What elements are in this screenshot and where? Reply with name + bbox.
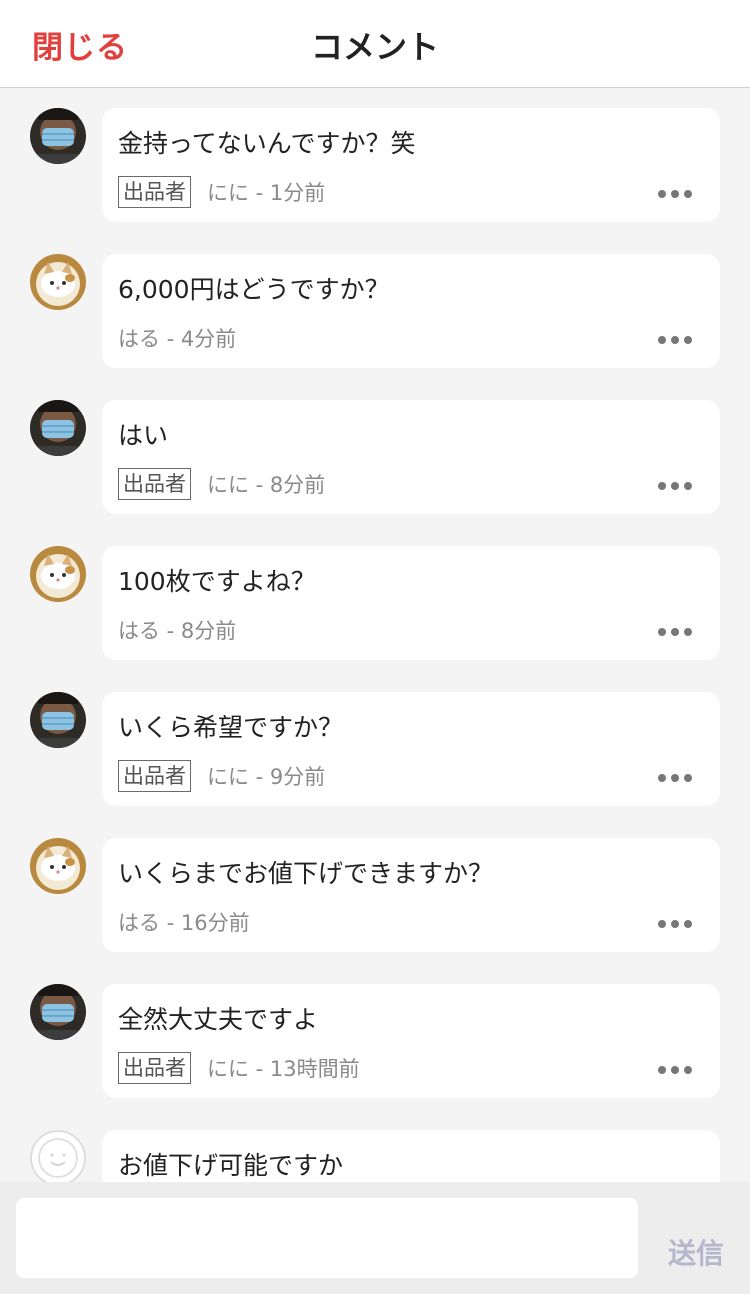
comment-meta: はる - 4分前 <box>118 320 236 356</box>
comment-bubble: 6,000円はどうですか？ はる - 4分前 <box>102 254 720 368</box>
comment-bubble: お値下げ可能ですか <box>102 1130 720 1182</box>
comment-text: お値下げ可能ですか <box>118 1151 344 1180</box>
more-options-icon[interactable] <box>658 480 692 490</box>
comment-bubble: いくらまでお値下げできますか？ はる - 16分前 <box>102 838 720 952</box>
more-options-icon[interactable] <box>658 188 692 198</box>
comment-bubble: 金持ってないんですか？笑 出品者 にに - 1分前 <box>102 108 720 222</box>
comment-meta: はる - 8分前 <box>118 612 236 648</box>
seller-badge: 出品者 <box>118 176 191 208</box>
comment-text: 6,000円はどうですか？ <box>118 275 390 304</box>
comment-meta: 出品者 にに - 8分前 <box>118 466 325 502</box>
cat-avatar[interactable] <box>30 838 86 894</box>
comment-item: いくら希望ですか？ 出品者 にに - 9分前 <box>0 692 750 806</box>
more-options-icon[interactable] <box>658 918 692 928</box>
comment-meta: 出品者 にに - 9分前 <box>118 758 325 794</box>
comment-bubble: いくら希望ですか？ 出品者 にに - 9分前 <box>102 692 720 806</box>
page-title: コメント <box>310 28 439 66</box>
comment-meta: 出品者 にに - 13時間前 <box>118 1050 360 1086</box>
comment-text: 全然大丈夫ですよ <box>118 1005 319 1034</box>
comment-item: 全然大丈夫ですよ 出品者 にに - 13時間前 <box>0 984 750 1098</box>
more-options-icon[interactable] <box>658 1064 692 1074</box>
comment-item: いくらまでお値下げできますか？ はる - 16分前 <box>0 838 750 952</box>
comment-text: いくら希望ですか？ <box>118 713 344 742</box>
comment-author-time: はる - 8分前 <box>118 619 237 643</box>
masked-man-avatar[interactable] <box>30 108 86 164</box>
comment-author-time: にに - 9分前 <box>207 765 326 789</box>
comment-meta: 出品者 にに - 1分前 <box>118 174 325 210</box>
seller-badge: 出品者 <box>118 1052 191 1084</box>
comment-author-time: にに - 1分前 <box>207 181 326 205</box>
comment-bubble: 100枚ですよね？ はる - 8分前 <box>102 546 720 660</box>
seller-badge: 出品者 <box>118 468 191 500</box>
cat-avatar[interactable] <box>30 254 86 310</box>
comment-list[interactable]: 金持ってないんですか？笑 出品者 にに - 1分前 6,000円はどうですか？ … <box>0 88 750 1182</box>
more-options-icon[interactable] <box>658 334 692 344</box>
send-button[interactable]: 送信 <box>668 1232 724 1272</box>
header-bar: 閉じる コメント <box>0 0 750 88</box>
comment-text: いくらまでお値下げできますか？ <box>118 859 494 888</box>
cat-avatar[interactable] <box>30 546 86 602</box>
comment-input[interactable] <box>16 1198 638 1278</box>
comment-input-bar: 送信 <box>0 1182 750 1294</box>
comment-item: 金持ってないんですか？笑 出品者 にに - 1分前 <box>0 108 750 222</box>
default-avatar-icon[interactable] <box>30 1130 86 1182</box>
comment-item: 6,000円はどうですか？ はる - 4分前 <box>0 254 750 368</box>
comment-text: 金持ってないんですか？笑 <box>118 129 416 158</box>
comment-author-time: にに - 8分前 <box>207 473 326 497</box>
comment-meta: はる - 16分前 <box>118 904 250 940</box>
comment-text: はい <box>118 421 169 450</box>
comment-item: はい 出品者 にに - 8分前 <box>0 400 750 514</box>
masked-man-avatar[interactable] <box>30 692 86 748</box>
comment-item: お値下げ可能ですか <box>0 1130 750 1182</box>
comment-author-time: はる - 4分前 <box>118 327 237 351</box>
comment-author-time: はる - 16分前 <box>118 911 250 935</box>
comment-item: 100枚ですよね？ はる - 8分前 <box>0 546 750 660</box>
more-options-icon[interactable] <box>658 626 692 636</box>
comment-author-time: にに - 13時間前 <box>207 1057 360 1081</box>
comment-text: 100枚ですよね？ <box>118 567 316 596</box>
comment-bubble: 全然大丈夫ですよ 出品者 にに - 13時間前 <box>102 984 720 1098</box>
masked-man-avatar[interactable] <box>30 984 86 1040</box>
more-options-icon[interactable] <box>658 772 692 782</box>
seller-badge: 出品者 <box>118 760 191 792</box>
comment-bubble: はい 出品者 にに - 8分前 <box>102 400 720 514</box>
masked-man-avatar[interactable] <box>30 400 86 456</box>
